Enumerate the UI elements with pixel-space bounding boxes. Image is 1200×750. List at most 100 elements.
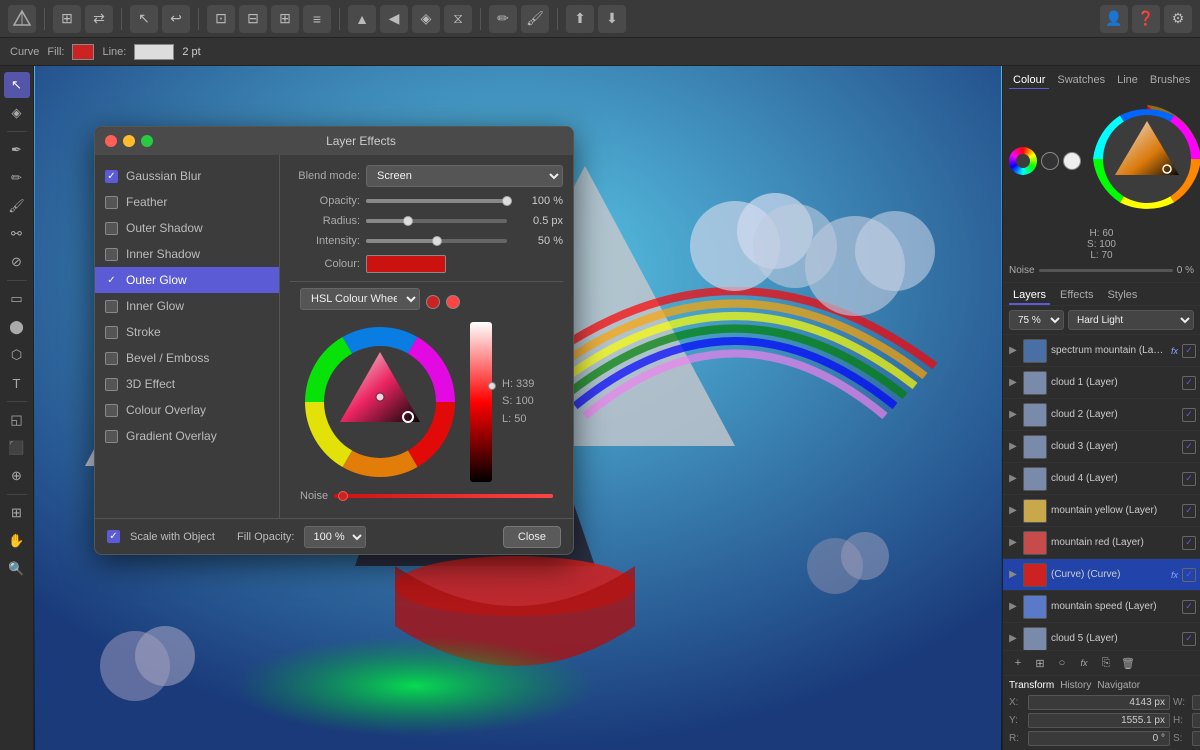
colour-overlay-checkbox[interactable]	[105, 404, 118, 417]
layer-expand-1[interactable]: ▶	[1007, 377, 1019, 389]
h-input[interactable]	[1192, 713, 1200, 728]
layer-expand-2[interactable]: ▶	[1007, 409, 1019, 421]
select-tool[interactable]: ↖	[4, 72, 30, 98]
noise-slider[interactable]	[334, 494, 553, 498]
inner-glow-checkbox[interactable]	[105, 300, 118, 313]
x-input[interactable]	[1028, 695, 1170, 710]
layer-expand-7[interactable]: ▶	[1007, 569, 1019, 581]
r-input[interactable]	[1028, 731, 1170, 746]
y-input[interactable]	[1028, 713, 1170, 728]
layer-item-5[interactable]: ▶mountain yellow (Layer)✓	[1003, 495, 1200, 527]
opacity-slider[interactable]	[366, 199, 507, 203]
text-tool[interactable]: T	[4, 370, 30, 396]
layer-item-7[interactable]: ▶(Curve) (Curve)fx✓	[1003, 559, 1200, 591]
fill-tool[interactable]: ⬛	[4, 435, 30, 461]
layer-check-4[interactable]: ✓	[1182, 472, 1196, 486]
fx-layer-icon[interactable]: fx	[1075, 654, 1093, 672]
layer-check-5[interactable]: ✓	[1182, 504, 1196, 518]
effect-bevel-emboss[interactable]: Bevel / Emboss	[95, 345, 279, 371]
gaussian-blur-checkbox[interactable]: ✓	[105, 170, 118, 183]
effect-inner-shadow[interactable]: Inner Shadow	[95, 241, 279, 267]
tab-navigator[interactable]: Navigator	[1097, 680, 1140, 691]
layer-item-6[interactable]: ▶mountain red (Layer)✓	[1003, 527, 1200, 559]
effect-inner-glow[interactable]: Inner Glow	[95, 293, 279, 319]
dialog-minimize-button[interactable]	[123, 135, 135, 147]
layer-item-1[interactable]: ▶cloud 1 (Layer)✓	[1003, 367, 1200, 399]
w-input[interactable]	[1192, 695, 1200, 710]
move-icon[interactable]: ↖	[130, 5, 158, 33]
layer-item-2[interactable]: ▶cloud 2 (Layer)✓	[1003, 399, 1200, 431]
layer-expand-3[interactable]: ▶	[1007, 441, 1019, 453]
tab-line[interactable]: Line	[1113, 72, 1142, 89]
layer-check-2[interactable]: ✓	[1182, 408, 1196, 422]
gradient-tool[interactable]: ◱	[4, 407, 30, 433]
erase-tool[interactable]: ⊘	[4, 249, 30, 275]
grid-view2-icon[interactable]: ⊟	[239, 5, 267, 33]
stroke-checkbox[interactable]	[105, 326, 118, 339]
layer-check-1[interactable]: ✓	[1182, 376, 1196, 390]
effect-outer-glow[interactable]: ✓ Outer Glow	[95, 267, 279, 293]
tab-brushes[interactable]: Brushes	[1146, 72, 1194, 89]
import-icon[interactable]: ⬇	[598, 5, 626, 33]
pen-icon[interactable]: ✏	[489, 5, 517, 33]
align-icon[interactable]: ≡	[303, 5, 331, 33]
3d-checkbox[interactable]	[105, 378, 118, 391]
tab-styles[interactable]: Styles	[1103, 287, 1141, 305]
view-tool[interactable]: ✋	[4, 528, 30, 554]
layer-item-9[interactable]: ▶cloud 5 (Layer)✓	[1003, 623, 1200, 650]
effect-stroke[interactable]: Stroke	[95, 319, 279, 345]
bevel-emboss-checkbox[interactable]	[105, 352, 118, 365]
effect-3d[interactable]: 3D Effect	[95, 371, 279, 397]
layer-item-3[interactable]: ▶cloud 3 (Layer)✓	[1003, 431, 1200, 463]
effect-outer-shadow[interactable]: Outer Shadow	[95, 215, 279, 241]
tab-layers[interactable]: Layers	[1009, 287, 1050, 305]
right-noise-slider[interactable]	[1039, 269, 1173, 272]
share-icon[interactable]: ⇄	[85, 5, 113, 33]
blend-mode-select[interactable]: Screen Normal Multiply Overlay Hard Ligh…	[366, 165, 563, 187]
close-button[interactable]: Close	[503, 526, 561, 548]
outer-glow-checkbox[interactable]: ✓	[105, 274, 118, 287]
radius-slider[interactable]	[366, 219, 507, 223]
effect-colour-overlay[interactable]: Colour Overlay	[95, 397, 279, 423]
layer-check-0[interactable]: ✓	[1182, 344, 1196, 358]
grid-view-icon[interactable]: ⊡	[207, 5, 235, 33]
crop-tool[interactable]: ⊞	[4, 500, 30, 526]
view3-icon[interactable]: ⊞	[271, 5, 299, 33]
color-mode-select[interactable]: HSL Colour Wheel RGB Sliders CMYK Slider…	[300, 288, 420, 310]
fill-opacity-select[interactable]: 100 % 75 % 50 %	[304, 526, 366, 548]
account-icon[interactable]: 👤	[1100, 5, 1128, 33]
colour-swatch[interactable]	[366, 255, 446, 273]
layer-check-9[interactable]: ✓	[1182, 632, 1196, 646]
layer-expand-4[interactable]: ▶	[1007, 473, 1019, 485]
polygon-tool[interactable]: ⬡	[4, 342, 30, 368]
layers-blend-select[interactable]: Hard Light Normal Screen Multiply	[1068, 310, 1194, 330]
mini-color-circle[interactable]	[1009, 147, 1037, 175]
layer-check-8[interactable]: ✓	[1182, 600, 1196, 614]
feather-checkbox[interactable]	[105, 196, 118, 209]
layer-item-8[interactable]: ▶mountain speed (Layer)✓	[1003, 591, 1200, 623]
layer-check-3[interactable]: ✓	[1182, 440, 1196, 454]
eyedropper-icon[interactable]	[426, 295, 440, 309]
layer-expand-9[interactable]: ▶	[1007, 633, 1019, 645]
add-layer-icon[interactable]: +	[1009, 654, 1027, 672]
layer-expand-0[interactable]: ▶	[1007, 345, 1019, 357]
settings-icon[interactable]: ⚙	[1164, 5, 1192, 33]
ellipse-tool[interactable]: ⬤	[4, 314, 30, 340]
snap2-icon[interactable]: ⧖	[444, 5, 472, 33]
line-color-box[interactable]	[134, 44, 174, 60]
tab-effects[interactable]: Effects	[1056, 287, 1097, 305]
paint-tool[interactable]: ⚯	[4, 221, 30, 247]
export-icon[interactable]: ⬆	[566, 5, 594, 33]
brush-tool[interactable]: 🖌	[4, 193, 30, 219]
zoom-tool[interactable]: 🔍	[4, 556, 30, 582]
pen-tool[interactable]: ✒	[4, 137, 30, 163]
outer-shadow-checkbox[interactable]	[105, 222, 118, 235]
mini-dark-circle[interactable]	[1041, 152, 1059, 170]
gradient-overlay-checkbox[interactable]	[105, 430, 118, 443]
effect-gradient-overlay[interactable]: Gradient Overlay	[95, 423, 279, 449]
shape-tool[interactable]: ▭	[4, 286, 30, 312]
brightness-bar[interactable]	[470, 322, 492, 482]
fill-color-box[interactable]	[72, 44, 94, 60]
layer-check-7[interactable]: ✓	[1182, 568, 1196, 582]
dialog-maximize-button[interactable]	[141, 135, 153, 147]
